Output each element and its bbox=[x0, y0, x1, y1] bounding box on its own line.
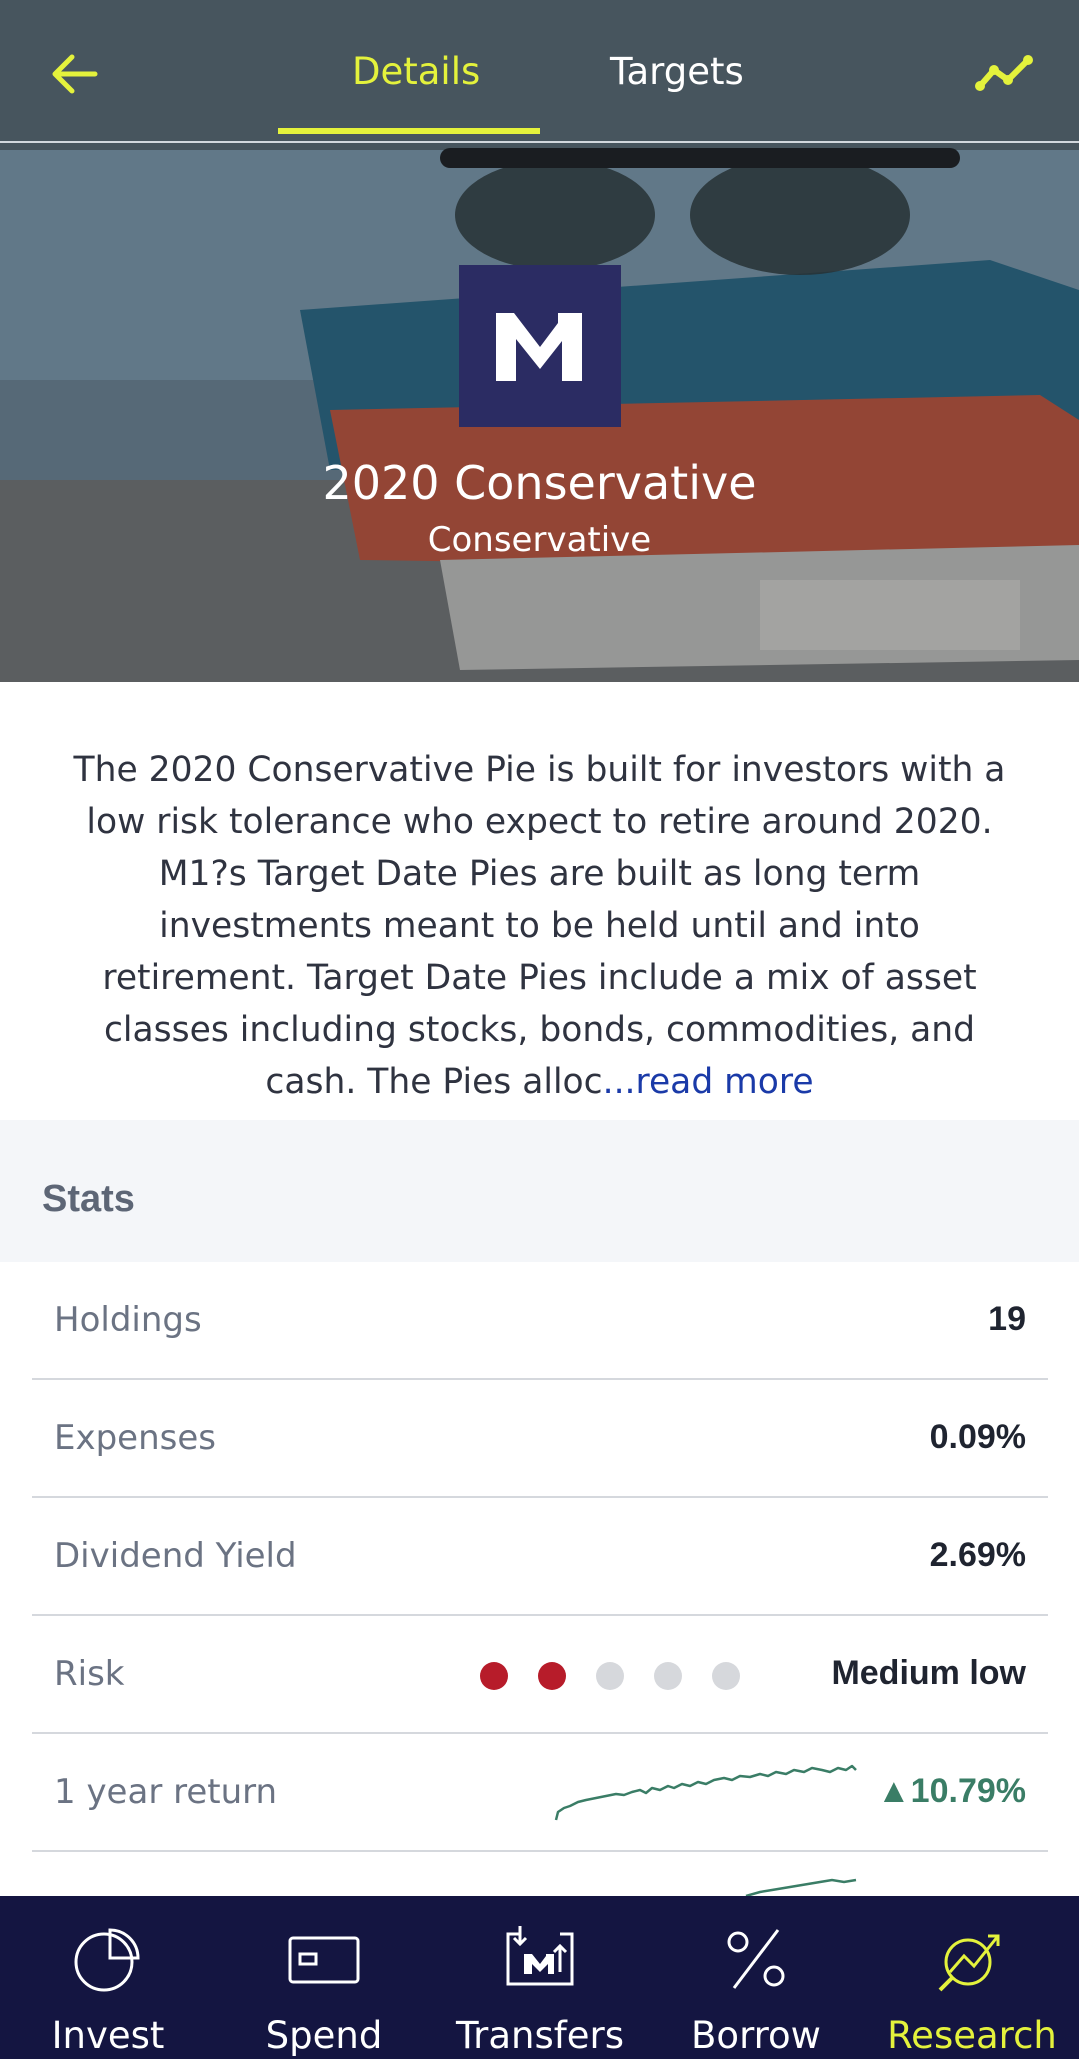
top-bar-divider bbox=[0, 141, 1079, 143]
stat-label: Risk bbox=[54, 1654, 125, 1694]
stats-header-band bbox=[0, 1120, 1079, 1262]
stat-row-expenses: Expenses 0.09% bbox=[32, 1380, 1048, 1498]
top-bar: Details Targets bbox=[0, 0, 1079, 143]
risk-dot bbox=[654, 1662, 682, 1690]
tab-details[interactable]: Details bbox=[352, 50, 480, 93]
nav-borrow[interactable]: Borrow bbox=[648, 1896, 864, 2059]
stat-label: 1 year return bbox=[54, 1772, 278, 1812]
arrow-left-icon bbox=[52, 54, 98, 94]
read-more-link[interactable]: ...read more bbox=[603, 1062, 814, 1102]
pie-title: 2020 Conservative bbox=[322, 456, 757, 510]
nav-label: Borrow bbox=[691, 2014, 821, 2057]
risk-dot bbox=[538, 1662, 566, 1690]
bottom-nav: Invest Spend Transfers Borrow Research bbox=[0, 1896, 1079, 2059]
stat-row-one-year-return: 1 year return ▲10.79% bbox=[32, 1734, 1048, 1852]
stat-row-holdings: Holdings 19 bbox=[32, 1262, 1048, 1380]
stats-title: Stats bbox=[42, 1178, 135, 1220]
card-icon bbox=[288, 1936, 360, 1984]
active-tab-indicator bbox=[278, 128, 540, 134]
nav-label: Research bbox=[887, 2014, 1057, 2057]
risk-dot bbox=[480, 1662, 508, 1690]
pie-subtitle: Conservative bbox=[427, 520, 652, 560]
nav-label: Invest bbox=[51, 2014, 165, 2057]
percent-icon bbox=[727, 1929, 785, 1989]
partial-sparkline bbox=[745, 1878, 857, 1896]
tab-targets[interactable]: Targets bbox=[610, 50, 744, 93]
nav-label: Transfers bbox=[455, 2014, 625, 2057]
stat-value: Medium low bbox=[831, 1654, 1026, 1692]
stat-row-risk: Risk Medium low bbox=[32, 1616, 1048, 1734]
stat-label: Dividend Yield bbox=[54, 1536, 297, 1576]
pie-description: The 2020 Conservative Pie is built for i… bbox=[58, 744, 1021, 1108]
nav-label: Spend bbox=[265, 2014, 383, 2057]
hero-banner: Details Targets 2020 Conservative Conser… bbox=[0, 0, 1079, 682]
description-text: The 2020 Conservative Pie is built for i… bbox=[73, 750, 1006, 1102]
stat-label: Expenses bbox=[54, 1418, 216, 1458]
trend-line-icon[interactable] bbox=[974, 46, 1038, 102]
return-sparkline bbox=[554, 1764, 857, 1821]
risk-dot bbox=[596, 1662, 624, 1690]
risk-dot bbox=[712, 1662, 740, 1690]
nav-transfers[interactable]: Transfers bbox=[432, 1896, 648, 2059]
stat-row-dividend-yield: Dividend Yield 2.69% bbox=[32, 1498, 1048, 1616]
nav-spend[interactable]: Spend bbox=[216, 1896, 432, 2059]
nav-invest[interactable]: Invest bbox=[0, 1896, 216, 2059]
nav-research[interactable]: Research bbox=[864, 1896, 1079, 2059]
research-chart-icon bbox=[938, 1934, 1000, 1992]
stat-value: ▲10.79% bbox=[877, 1772, 1026, 1810]
stat-label: Holdings bbox=[54, 1300, 202, 1340]
transfer-icon bbox=[506, 1926, 574, 1986]
back-button[interactable] bbox=[44, 44, 104, 104]
m1-logo-icon bbox=[496, 313, 582, 381]
pie-chart-icon bbox=[74, 1928, 140, 1992]
risk-level-indicator bbox=[480, 1662, 770, 1692]
stat-value: 0.09% bbox=[929, 1418, 1026, 1456]
pie-logo bbox=[459, 265, 621, 427]
stat-value: 2.69% bbox=[929, 1536, 1026, 1574]
stat-value: 19 bbox=[988, 1300, 1026, 1338]
